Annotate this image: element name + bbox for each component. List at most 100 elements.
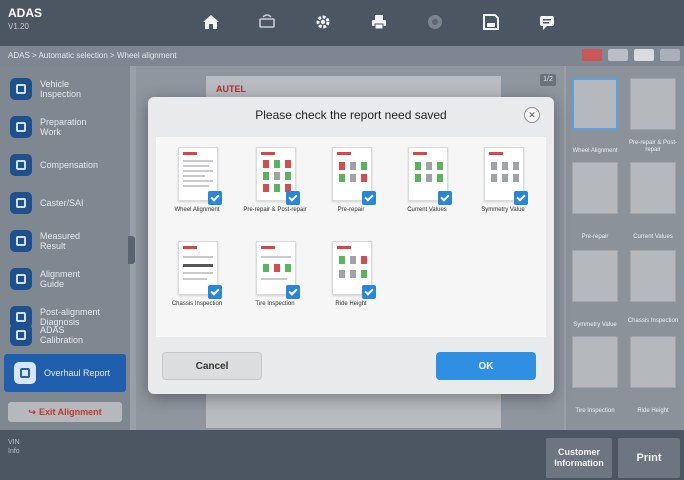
sidebar-item-label: Measured Result xyxy=(40,231,81,251)
report-option-pre-post-repair[interactable]: Pre-repair & Post-repair xyxy=(242,147,308,233)
checkbox-checked-icon[interactable] xyxy=(286,191,300,205)
vin-label: VIN xyxy=(8,439,20,446)
exit-label: Exit Alignment xyxy=(38,407,102,417)
app-version: V1.20 xyxy=(8,22,29,31)
checkbox-checked-icon[interactable] xyxy=(208,285,222,299)
sidebar-item-preparation-work[interactable]: Preparation Work xyxy=(0,108,130,146)
sidebar-item-label: Vehicle Inspection xyxy=(40,79,82,99)
thumbnail-symmetry-value[interactable] xyxy=(572,250,618,302)
thumbnail-label: Ride Height xyxy=(637,408,669,414)
sidebar-item-alignment-guide[interactable]: Alignment Guide xyxy=(0,260,130,298)
sidebar-item-label: Compensation xyxy=(40,160,99,170)
exit-icon: ↪ xyxy=(28,406,36,417)
thumbnail-current-values[interactable] xyxy=(630,162,676,214)
report-option-label: Current Values xyxy=(407,207,447,213)
report-option-label: Chassis Inspection xyxy=(171,301,223,307)
vci-icon[interactable] xyxy=(256,11,278,33)
customer-information-button[interactable]: Customer Information xyxy=(546,438,612,478)
sidebar-item-label: ADAS Calibration xyxy=(40,325,84,345)
checkbox-checked-icon[interactable] xyxy=(362,191,376,205)
breadcrumb-bar: ADAS > Automatic selection > Wheel align… xyxy=(0,46,684,66)
thumbnail-label: Wheel Alignment xyxy=(572,148,618,154)
feedback-icon[interactable] xyxy=(536,11,558,33)
dialog-header: Please check the report need saved ✕ xyxy=(148,97,554,133)
report-selection-grid: Wheel Alignment Pre-repair & Post-repair… xyxy=(156,137,546,337)
vin-scan-icon xyxy=(634,49,654,61)
thumbnail-label: Pre-repair & Post-repair xyxy=(628,140,677,153)
checkbox-checked-icon[interactable] xyxy=(514,191,528,205)
thumbnail-label: Chassis Inspection xyxy=(627,318,679,324)
sidebar-item-adas-calibration[interactable]: ADAS Calibration xyxy=(0,316,130,354)
close-icon[interactable]: ✕ xyxy=(524,107,540,123)
info-label: Info xyxy=(8,448,20,455)
checkbox-checked-icon[interactable] xyxy=(286,285,300,299)
sidebar-item-measured-result[interactable]: Measured Result xyxy=(0,222,130,260)
bottom-bar: VIN Info Customer Information Print xyxy=(0,430,684,480)
sidebar-item-caster-sai[interactable]: Caster/SAI xyxy=(0,184,130,222)
measured-result-icon xyxy=(10,230,32,252)
thumbnail-pre-repair[interactable] xyxy=(572,162,618,214)
report-option-symmetry-value[interactable]: Symmetry Value xyxy=(470,147,536,233)
sidebar-collapse-handle[interactable] xyxy=(128,236,135,264)
thumbnail-wheel-alignment[interactable] xyxy=(572,78,618,130)
car-lift-icon xyxy=(608,49,628,61)
vehicle-alert-icon xyxy=(582,49,602,61)
thumbnail-tire-inspection[interactable] xyxy=(572,336,618,388)
sidebar: Vehicle Inspection Preparation Work Comp… xyxy=(0,66,130,430)
report-option-label: Wheel Alignment xyxy=(174,207,220,213)
app-title: ADAS xyxy=(8,6,43,20)
checkbox-checked-icon[interactable] xyxy=(208,191,222,205)
vehicle-inspection-icon xyxy=(10,78,32,100)
thumbnail-chassis-inspection[interactable] xyxy=(630,250,676,302)
ok-button[interactable]: OK xyxy=(436,352,536,380)
sidebar-item-overhaul-report[interactable]: Overhaul Report xyxy=(4,354,126,392)
sidebar-item-compensation[interactable]: Compensation xyxy=(0,146,130,184)
thumbnail-label: Symmetry Value xyxy=(573,322,617,328)
overhaul-report-icon xyxy=(14,362,36,384)
settings-icon[interactable] xyxy=(312,11,334,33)
save-icon[interactable] xyxy=(480,11,502,33)
report-option-label: Pre-repair xyxy=(337,207,365,213)
exit-alignment-button[interactable]: ↪ Exit Alignment xyxy=(8,402,122,422)
preparation-icon xyxy=(10,116,32,138)
print-icon[interactable] xyxy=(368,11,390,33)
adas-calibration-icon xyxy=(10,324,32,346)
report-option-wheel-alignment[interactable]: Wheel Alignment xyxy=(164,147,230,233)
report-option-tire-inspection[interactable]: Tire Inspection xyxy=(242,241,308,327)
dialog-title: Please check the report need saved xyxy=(255,108,447,122)
thumbnail-label: Pre-repair xyxy=(581,234,609,240)
vehicle-info: VIN Info xyxy=(8,438,20,456)
report-option-chassis-inspection[interactable]: Chassis Inspection xyxy=(164,241,230,327)
caster-icon xyxy=(10,192,32,214)
cancel-button[interactable]: Cancel xyxy=(162,352,262,380)
thumbnail-label: Current Values xyxy=(633,234,673,240)
sidebar-item-label: Caster/SAI xyxy=(40,198,84,208)
checkbox-checked-icon[interactable] xyxy=(438,191,452,205)
sidebar-item-vehicle-inspection[interactable]: Vehicle Inspection xyxy=(0,70,130,108)
thumbnail-ride-height[interactable] xyxy=(630,336,676,388)
report-thumbnail-list: Wheel Alignment Pre-repair & Post-repair… xyxy=(566,66,684,430)
report-option-pre-repair[interactable]: Pre-repair xyxy=(318,147,384,233)
report-option-label: Tire Inspection xyxy=(255,301,295,307)
report-option-current-values[interactable]: Current Values xyxy=(394,147,460,233)
top-bar: ADAS V1.20 xyxy=(0,0,684,46)
alignment-guide-icon xyxy=(10,268,32,290)
compensation-icon xyxy=(10,154,32,176)
thumbnail-label: Tire Inspection xyxy=(575,408,615,414)
vehicle-status-icons xyxy=(582,49,680,61)
report-option-label: Ride Height xyxy=(335,301,367,307)
print-button[interactable]: Print xyxy=(618,438,680,478)
help-icon[interactable] xyxy=(424,11,446,33)
report-option-label: Symmetry Value xyxy=(481,207,525,213)
breadcrumb: ADAS > Automatic selection > Wheel align… xyxy=(8,51,177,60)
page-indicator: 1/2 xyxy=(540,74,556,86)
sidebar-item-label: Alignment Guide xyxy=(40,269,81,289)
home-icon[interactable] xyxy=(200,11,222,33)
thumbnail-pre-post-repair[interactable] xyxy=(630,78,676,130)
checkbox-checked-icon[interactable] xyxy=(362,285,376,299)
sidebar-item-label: Overhaul Report xyxy=(44,368,111,378)
save-report-dialog: Please check the report need saved ✕ Whe… xyxy=(148,97,554,394)
report-option-label: Pre-repair & Post-repair xyxy=(243,207,307,213)
report-option-ride-height[interactable]: Ride Height xyxy=(318,241,384,327)
sidebar-item-label: Preparation Work xyxy=(40,117,87,137)
